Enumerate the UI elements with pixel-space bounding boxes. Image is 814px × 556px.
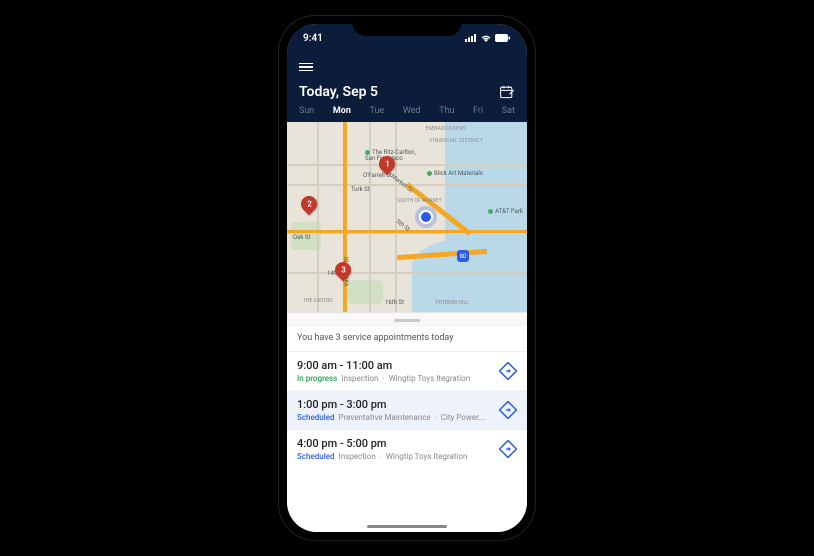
appointment-customer: City Power... (441, 413, 485, 422)
directions-button[interactable] (499, 362, 517, 380)
menu-button[interactable] (299, 63, 313, 72)
day-tab-sat[interactable]: Sat (502, 106, 515, 116)
map-label-castro: THE CASTRO (303, 298, 333, 304)
appointment-status: In progress (297, 374, 337, 383)
drag-handle[interactable] (287, 312, 527, 327)
appointment-row[interactable]: 9:00 am - 11:00 am In progress Inspectio… (287, 351, 527, 390)
calendar-icon[interactable] (499, 84, 515, 100)
appointment-customer: Wingtip Toys Itegration (386, 452, 468, 461)
app-header: Today, Sep 5 Sun Mon Tue Wed Thu Fri Sat (287, 52, 527, 122)
appointment-row[interactable]: 1:00 pm - 3:00 pm Scheduled Preventative… (287, 390, 527, 429)
phone-frame: 9:41 Today, Sep 5 (279, 16, 535, 540)
map-view[interactable]: EMBARCADERO FINANCIAL DISTRICT The Ritz-… (287, 122, 527, 312)
appointment-time: 9:00 am - 11:00 am (297, 359, 470, 372)
appointments-summary: You have 3 service appointments today (287, 327, 527, 351)
directions-button[interactable] (499, 401, 517, 419)
map-label-potrero: POTRERO HILL (435, 300, 469, 306)
home-indicator[interactable] (367, 525, 447, 528)
signal-icon (465, 34, 477, 42)
appointment-status: Scheduled (297, 452, 335, 461)
appointment-time: 4:00 pm - 5:00 pm (297, 437, 467, 450)
map-pin-3[interactable]: 3 (332, 259, 355, 282)
wifi-icon (480, 34, 492, 42)
status-time: 9:41 (303, 33, 323, 44)
day-tab-tue[interactable]: Tue (370, 106, 385, 116)
map-poi-att: AT&T Park (488, 208, 523, 215)
day-tab-wed[interactable]: Wed (403, 106, 421, 116)
day-tab-mon[interactable]: Mon (333, 106, 351, 116)
appointment-type: Inspection (339, 452, 376, 461)
hwy-shield-80: 80 (457, 250, 469, 262)
appointment-time: 1:00 pm - 3:00 pm (297, 398, 485, 411)
appointment-type: Inspection (341, 374, 378, 383)
map-label-16th: 16th St (385, 299, 404, 306)
day-tabs: Sun Mon Tue Wed Thu Fri Sat (299, 106, 515, 122)
map-label-financial: FINANCIAL DISTRICT (430, 138, 483, 144)
appointment-status: Scheduled (297, 413, 335, 422)
battery-icon (495, 34, 511, 42)
appointment-type: Preventative Maintenance (339, 413, 431, 422)
appointment-row[interactable]: 4:00 pm - 5:00 pm Scheduled Inspection ·… (287, 429, 527, 468)
status-icons (465, 34, 511, 42)
appointments-list: You have 3 service appointments today 9:… (287, 327, 527, 532)
map-label-oak: Oak St (293, 234, 310, 241)
day-tab-sun[interactable]: Sun (299, 106, 314, 116)
day-tab-fri[interactable]: Fri (473, 106, 483, 116)
directions-button[interactable] (499, 440, 517, 458)
map-label-soma: SOUTH OF MARKET (397, 198, 442, 204)
map-label-embarcadero: EMBARCADERO (426, 126, 467, 132)
appointment-customer: Wingtip Toys Itegration (389, 374, 471, 383)
notch (352, 16, 462, 36)
page-title: Today, Sep 5 (299, 84, 378, 100)
screen: 9:41 Today, Sep 5 (287, 24, 527, 532)
current-location-dot (419, 210, 433, 224)
map-poi-blick: Blick Art Materials (427, 170, 483, 177)
day-tab-thu[interactable]: Thu (439, 106, 454, 116)
map-label-turk: Turk St (351, 186, 370, 193)
